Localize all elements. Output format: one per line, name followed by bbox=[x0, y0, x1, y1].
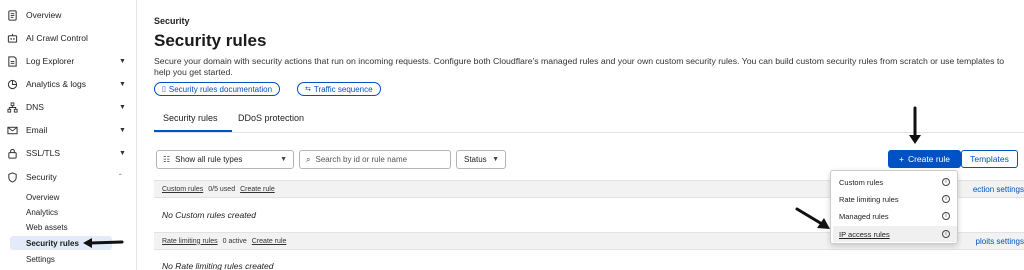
sidebar-item-dns[interactable]: DNS ▼ bbox=[0, 96, 137, 118]
chart-icon bbox=[6, 78, 18, 90]
search-input[interactable]: ⌕ Search by id or rule name bbox=[299, 150, 451, 169]
traffic-sequence-pill[interactable]: ⇆ Traffic sequence bbox=[297, 82, 381, 96]
network-icon bbox=[6, 101, 18, 113]
sidebar-subitem-analytics[interactable]: Analytics bbox=[26, 205, 58, 219]
traffic-sequence-label: Traffic sequence bbox=[313, 84, 373, 94]
menu-item-ip-access-rules[interactable]: IP access rules i bbox=[833, 226, 957, 242]
docs-link-label: Security rules documentation bbox=[168, 84, 273, 94]
breadcrumb: Security bbox=[154, 16, 190, 26]
search-placeholder: Search by id or rule name bbox=[315, 155, 408, 164]
sidebar-item-security[interactable]: Security ˆ bbox=[0, 166, 137, 188]
lock-icon bbox=[6, 147, 18, 159]
section-count: 0 active bbox=[222, 237, 247, 245]
email-icon bbox=[6, 124, 18, 136]
sidebar-item-ai-crawl-control[interactable]: AI Crawl Control bbox=[0, 27, 137, 49]
caret-down-icon: ▼ bbox=[119, 57, 126, 65]
tab-ddos-protection[interactable]: DDoS protection bbox=[238, 113, 304, 123]
search-icon: ⌕ bbox=[306, 154, 311, 164]
sidebar-subitem-overview[interactable]: Overview bbox=[26, 190, 59, 204]
section-title: Custom rules bbox=[162, 185, 204, 193]
info-icon[interactable]: i bbox=[942, 212, 950, 220]
page-description: Secure your domain with security actions… bbox=[154, 56, 1005, 77]
tab-divider bbox=[154, 132, 1024, 133]
section-count: 0/5 used bbox=[208, 185, 236, 193]
sidebar-item-label: Analytics & logs bbox=[26, 79, 86, 89]
chevron-down-icon: ▼ bbox=[492, 156, 499, 163]
section-title: Rate limiting rules bbox=[162, 237, 218, 245]
sidebar-item-email[interactable]: Email ▼ bbox=[0, 119, 137, 141]
menu-item-custom-rules[interactable]: Custom rules i bbox=[833, 174, 957, 190]
annotation-arrow-diagonal bbox=[795, 207, 830, 229]
info-icon[interactable]: i bbox=[942, 178, 950, 186]
rule-type-value: Show all rule types bbox=[175, 155, 243, 164]
caret-down-icon: ▼ bbox=[119, 103, 126, 111]
sidebar-item-label: Security bbox=[26, 172, 57, 182]
sidebar-item-label: Email bbox=[26, 125, 48, 135]
bot-icon bbox=[6, 32, 18, 44]
sidebar-item-label: Log Explorer bbox=[26, 56, 75, 66]
caret-down-icon: ▼ bbox=[119, 126, 126, 134]
docs-link-pill[interactable]: ▯ Security rules documentation bbox=[154, 82, 281, 96]
caret-up-icon: ˆ bbox=[119, 172, 122, 182]
caret-down-icon: ▼ bbox=[119, 149, 126, 157]
menu-item-rate-limiting-rules[interactable]: Rate limiting rules i bbox=[833, 191, 957, 207]
sidebar-item-label: DNS bbox=[26, 102, 44, 112]
rule-type-select[interactable]: ☷ Show all rule types ▼ bbox=[156, 150, 294, 169]
menu-item-managed-rules[interactable]: Managed rules i bbox=[833, 208, 957, 224]
sidebar-subitem-settings[interactable]: Settings bbox=[26, 252, 55, 266]
empty-state: No Rate limiting rules created bbox=[162, 261, 274, 270]
sidebar: Overview AI Crawl Control Log Explorer ▼… bbox=[0, 0, 137, 270]
sidebar-item-label: Overview bbox=[26, 10, 62, 20]
info-icon[interactable]: i bbox=[942, 230, 950, 238]
create-custom-rule-link[interactable]: Create rule bbox=[240, 186, 275, 193]
page-title: Security rules bbox=[154, 31, 267, 50]
document-icon bbox=[6, 9, 18, 21]
status-filter[interactable]: Status ▼ bbox=[456, 150, 506, 169]
chevron-down-icon: ▼ bbox=[280, 156, 287, 163]
plus-icon: + bbox=[898, 154, 904, 164]
create-rule-label: Create rule bbox=[907, 154, 951, 164]
sidebar-item-overview[interactable]: Overview bbox=[0, 4, 137, 26]
empty-state: No Custom rules created bbox=[162, 210, 257, 220]
sequence-icon: ⇆ bbox=[305, 86, 311, 93]
exploits-settings-link[interactable]: ploits settings bbox=[976, 237, 1024, 246]
status-label: Status bbox=[464, 155, 487, 164]
sidebar-item-log-explorer[interactable]: Log Explorer ▼ bbox=[0, 50, 137, 72]
annotation-arrow-left bbox=[83, 238, 124, 248]
tab-bar: Security rules DDoS protection bbox=[154, 106, 1024, 132]
info-icon[interactable]: i bbox=[942, 195, 950, 203]
templates-button[interactable]: Templates bbox=[961, 150, 1018, 168]
book-icon: ▯ bbox=[162, 86, 166, 93]
create-rule-button[interactable]: + Create rule bbox=[888, 150, 961, 168]
annotation-arrow-down bbox=[909, 106, 921, 144]
filter-icon: ☷ bbox=[163, 155, 171, 164]
sidebar-item-label: SSL/TLS bbox=[26, 148, 61, 158]
shield-icon bbox=[6, 171, 18, 183]
tab-security-rules[interactable]: Security rules bbox=[163, 113, 218, 123]
sidebar-item-analytics-logs[interactable]: Analytics & logs ▼ bbox=[0, 73, 137, 95]
sidebar-item-label: AI Crawl Control bbox=[26, 33, 88, 43]
create-rule-menu: Custom rules i Rate limiting rules i Man… bbox=[830, 170, 958, 244]
log-icon bbox=[6, 55, 18, 67]
create-rate-limit-rule-link[interactable]: Create rule bbox=[252, 238, 287, 245]
caret-down-icon: ▼ bbox=[119, 80, 126, 88]
sidebar-item-ssl-tls[interactable]: SSL/TLS ▼ bbox=[0, 142, 137, 164]
section-settings-link[interactable]: ection settings bbox=[973, 185, 1024, 194]
sidebar-subitem-web-assets[interactable]: Web assets bbox=[26, 220, 68, 234]
